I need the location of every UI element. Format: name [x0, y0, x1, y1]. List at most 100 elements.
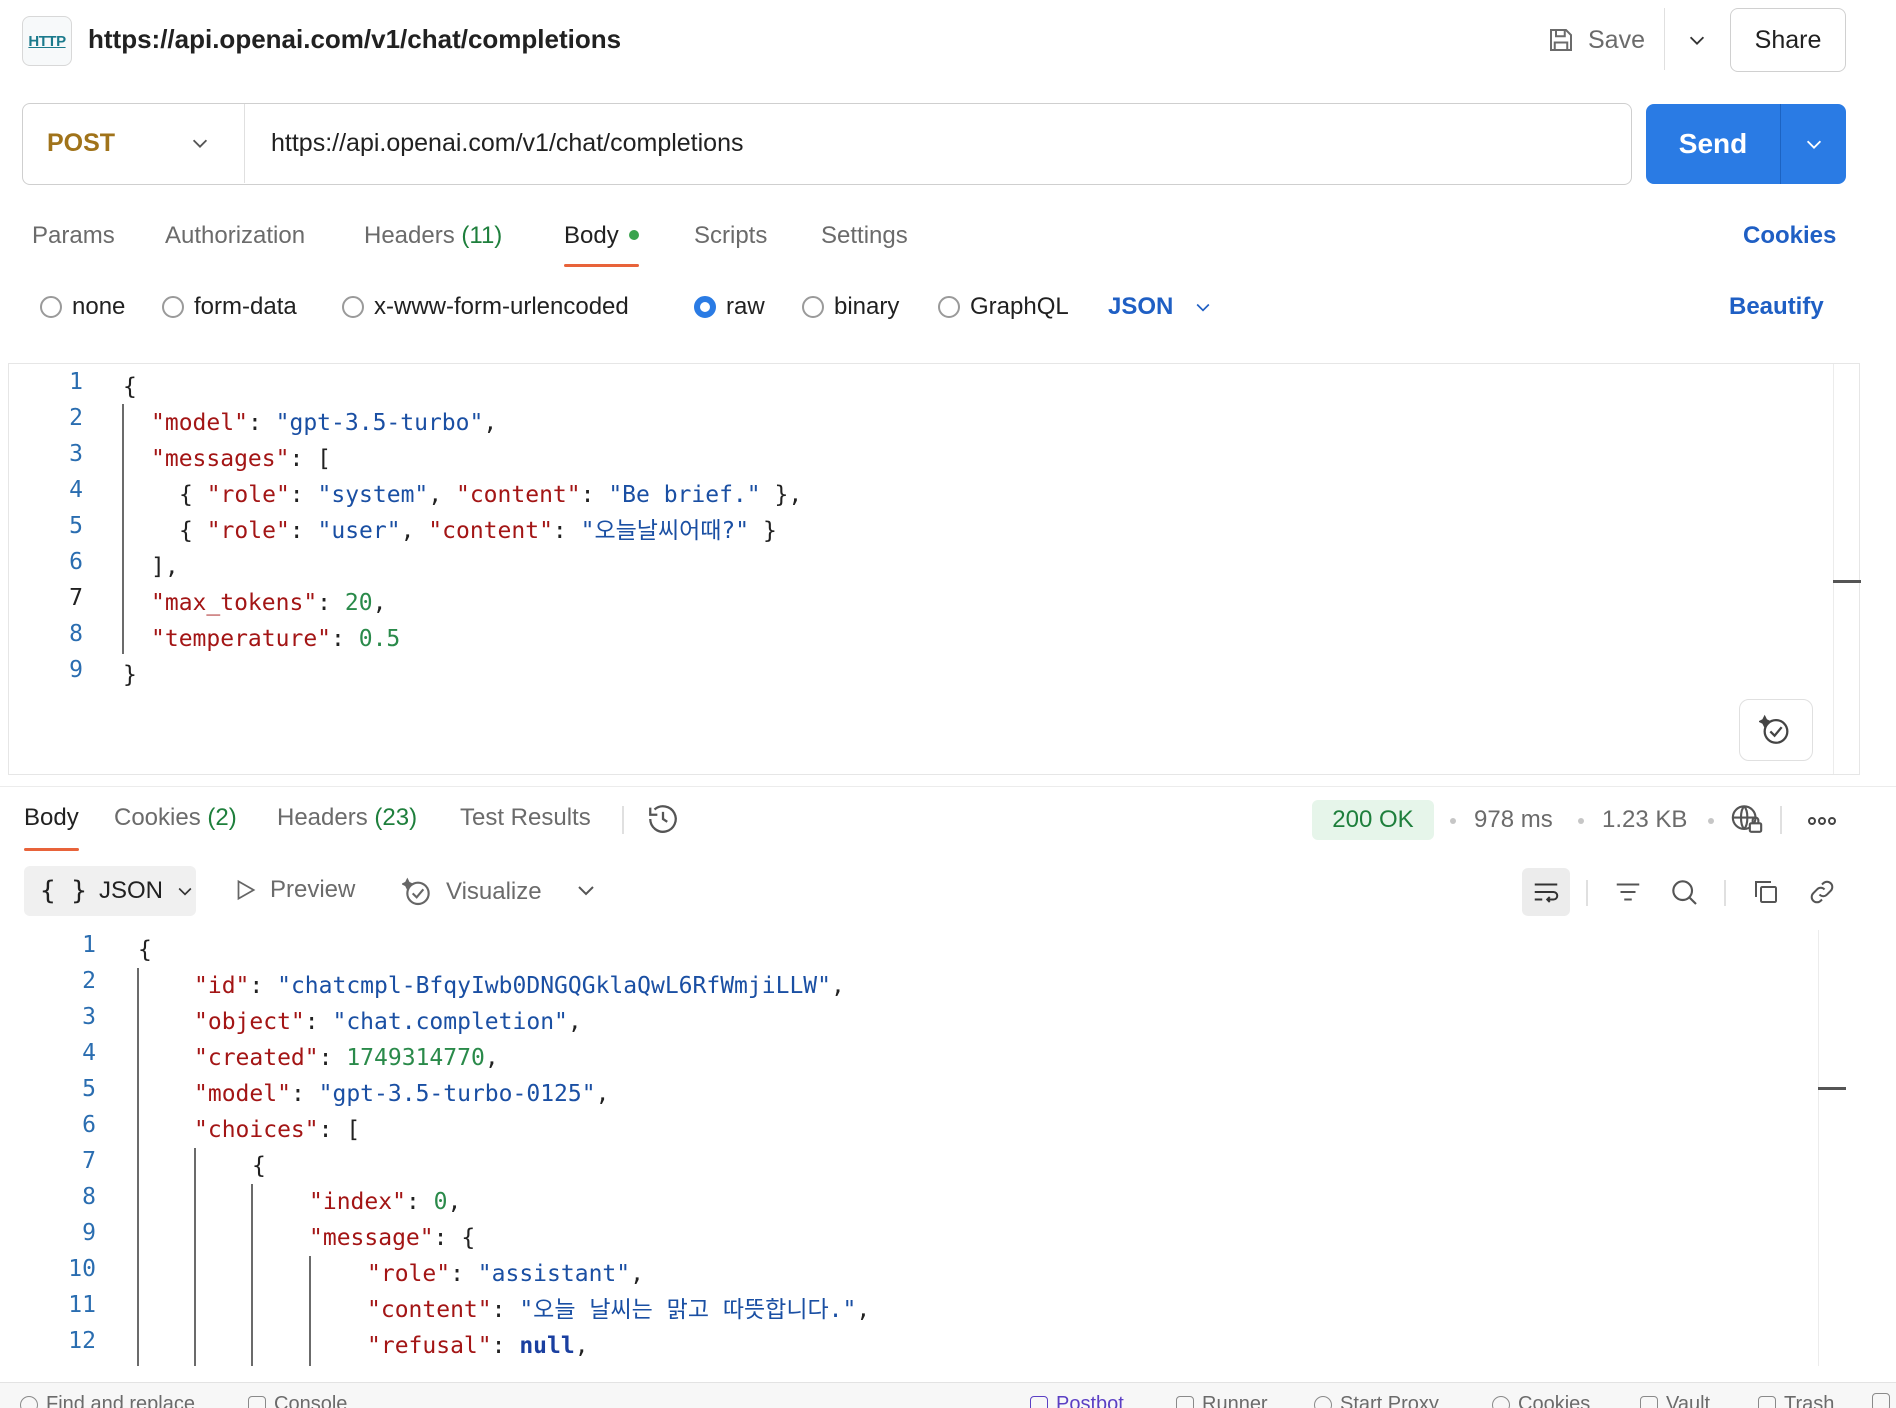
resp-tab-cookies[interactable]: Cookies (2): [114, 804, 237, 832]
code-line: "messages": [: [151, 446, 332, 472]
code-line: { "role": "system", "content": "Be brief…: [179, 482, 803, 508]
code-line: { "role": "user", "content": "오늘날씨어때?" }: [179, 518, 777, 544]
resp-tab-body[interactable]: Body: [24, 804, 79, 851]
radio-graphql[interactable]: GraphQL: [938, 293, 1069, 321]
radio-label: form-data: [194, 293, 297, 320]
runner-label: Runner: [1202, 1393, 1268, 1408]
trash-button[interactable]: Trash: [1758, 1393, 1834, 1408]
tab-authorization[interactable]: Authorization: [165, 222, 305, 250]
response-size[interactable]: 1.23 KB: [1602, 806, 1687, 834]
indent-guide: [194, 1148, 196, 1366]
divider: [622, 806, 624, 834]
beautify-button[interactable]: Beautify: [1729, 293, 1824, 321]
body-type-options: none form-data x-www-form-urlencoded raw…: [0, 285, 1896, 331]
layout-toggle-button[interactable]: [1872, 1393, 1890, 1408]
code-line: "content": "오늘 날씨는 맑고 따뜻합니다.",: [367, 1297, 871, 1323]
tab-params[interactable]: Params: [32, 222, 115, 250]
radio-none[interactable]: none: [40, 293, 125, 321]
console-button[interactable]: Console: [248, 1393, 347, 1408]
line-number: 9: [69, 657, 83, 683]
cookies-footer-button[interactable]: Cookies: [1492, 1393, 1590, 1408]
link-button[interactable]: [1798, 868, 1846, 916]
save-button[interactable]: Save: [1546, 20, 1645, 60]
response-format-select[interactable]: { } JSON: [24, 866, 196, 916]
start-proxy-button[interactable]: Start Proxy: [1314, 1393, 1439, 1408]
visualize-options-button[interactable]: [574, 878, 598, 909]
http-badge-label: HTTP: [28, 32, 66, 50]
line-number: 2: [82, 968, 96, 994]
code-line: {: [252, 1153, 266, 1179]
request-tabs: Params Authorization Headers (11) Body S…: [0, 210, 1896, 270]
scrollbar[interactable]: [1818, 930, 1819, 1366]
status-badge[interactable]: 200 OK: [1312, 800, 1434, 840]
tab-body[interactable]: Body: [564, 222, 639, 267]
code-line: "refusal": null,: [367, 1333, 589, 1359]
more-options-button[interactable]: [1806, 806, 1838, 843]
code-line: "choices": [: [194, 1117, 361, 1143]
console-label: Console: [274, 1393, 348, 1408]
line-number: 9: [82, 1220, 96, 1246]
search-button[interactable]: [1660, 868, 1708, 916]
radio-raw[interactable]: raw: [694, 293, 765, 321]
resp-tab-headers[interactable]: Headers (23): [277, 804, 417, 832]
cookies-link[interactable]: Cookies: [1743, 222, 1836, 250]
history-icon: [649, 805, 677, 833]
line-number: 4: [69, 477, 83, 503]
wrap-lines-icon: [1534, 883, 1559, 903]
body-format-select[interactable]: JSON: [1108, 293, 1213, 321]
headers-count: (11): [461, 222, 503, 249]
radio-icon: [938, 296, 960, 318]
code-line: {: [138, 937, 152, 963]
request-body-editor[interactable]: 1 2 3 4 5 6 7 8 9 { "model": "gpt-3.5-tu…: [8, 363, 1861, 775]
runner-button[interactable]: Runner: [1176, 1393, 1268, 1408]
radio-form-data[interactable]: form-data: [162, 293, 297, 321]
tab-headers[interactable]: Headers (11): [364, 222, 502, 250]
code-line: }: [123, 662, 137, 688]
line-number: 8: [82, 1184, 96, 1210]
cookie-icon: [1492, 1395, 1510, 1408]
scrollbar[interactable]: [1833, 364, 1834, 774]
postbot-button[interactable]: Postbot: [1030, 1393, 1124, 1408]
url-input[interactable]: https://api.openai.com/v1/chat/completio…: [271, 104, 1611, 183]
radio-urlencoded[interactable]: x-www-form-urlencoded: [342, 293, 629, 321]
ai-assist-button[interactable]: [1739, 699, 1813, 761]
visualize-button[interactable]: Visualize: [402, 876, 542, 908]
share-button[interactable]: Share: [1730, 8, 1846, 72]
resp-tab-test-results[interactable]: Test Results: [460, 804, 591, 832]
response-time[interactable]: 978 ms: [1474, 806, 1553, 834]
send-options-button[interactable]: [1781, 104, 1846, 184]
history-button[interactable]: [646, 802, 680, 843]
start-proxy-label: Start Proxy: [1340, 1393, 1439, 1408]
send-button[interactable]: Send: [1646, 104, 1846, 184]
preview-button[interactable]: Preview: [232, 876, 355, 904]
find-replace-button[interactable]: Find and replace: [20, 1393, 195, 1408]
radio-icon: [40, 296, 62, 318]
method-label: POST: [47, 129, 116, 157]
filter-button[interactable]: [1604, 868, 1652, 916]
request-title[interactable]: https://api.openai.com/v1/chat/completio…: [88, 24, 621, 55]
code-line: "max_tokens": 20,: [151, 590, 387, 616]
request-header: HTTP https://api.openai.com/v1/chat/comp…: [0, 0, 1896, 82]
divider: [1586, 880, 1588, 906]
radio-binary[interactable]: binary: [802, 293, 899, 321]
method-select[interactable]: POST: [23, 104, 245, 183]
code-line: "object": "chat.completion",: [194, 1009, 582, 1035]
response-body-viewer[interactable]: 1 2 3 4 5 6 7 8 9 10 11 12 { "id": "chat…: [0, 930, 1896, 1366]
indent-guide: [309, 1256, 311, 1366]
scroll-marker: [1818, 1087, 1846, 1090]
vault-button[interactable]: Vault: [1640, 1393, 1710, 1408]
radio-icon: [802, 296, 824, 318]
save-options-button[interactable]: [1674, 18, 1720, 62]
save-label: Save: [1588, 25, 1645, 54]
line-number: 12: [68, 1328, 96, 1354]
tab-scripts[interactable]: Scripts: [694, 222, 767, 250]
filter-icon: [1616, 883, 1640, 901]
copy-button[interactable]: [1742, 868, 1790, 916]
wrap-lines-button[interactable]: [1522, 868, 1570, 916]
divider: [1780, 806, 1782, 834]
line-number: 2: [69, 405, 83, 431]
network-info-button[interactable]: [1730, 802, 1764, 843]
layout-icon: [1872, 1393, 1890, 1408]
line-number: 6: [82, 1112, 96, 1138]
tab-settings[interactable]: Settings: [821, 222, 908, 250]
